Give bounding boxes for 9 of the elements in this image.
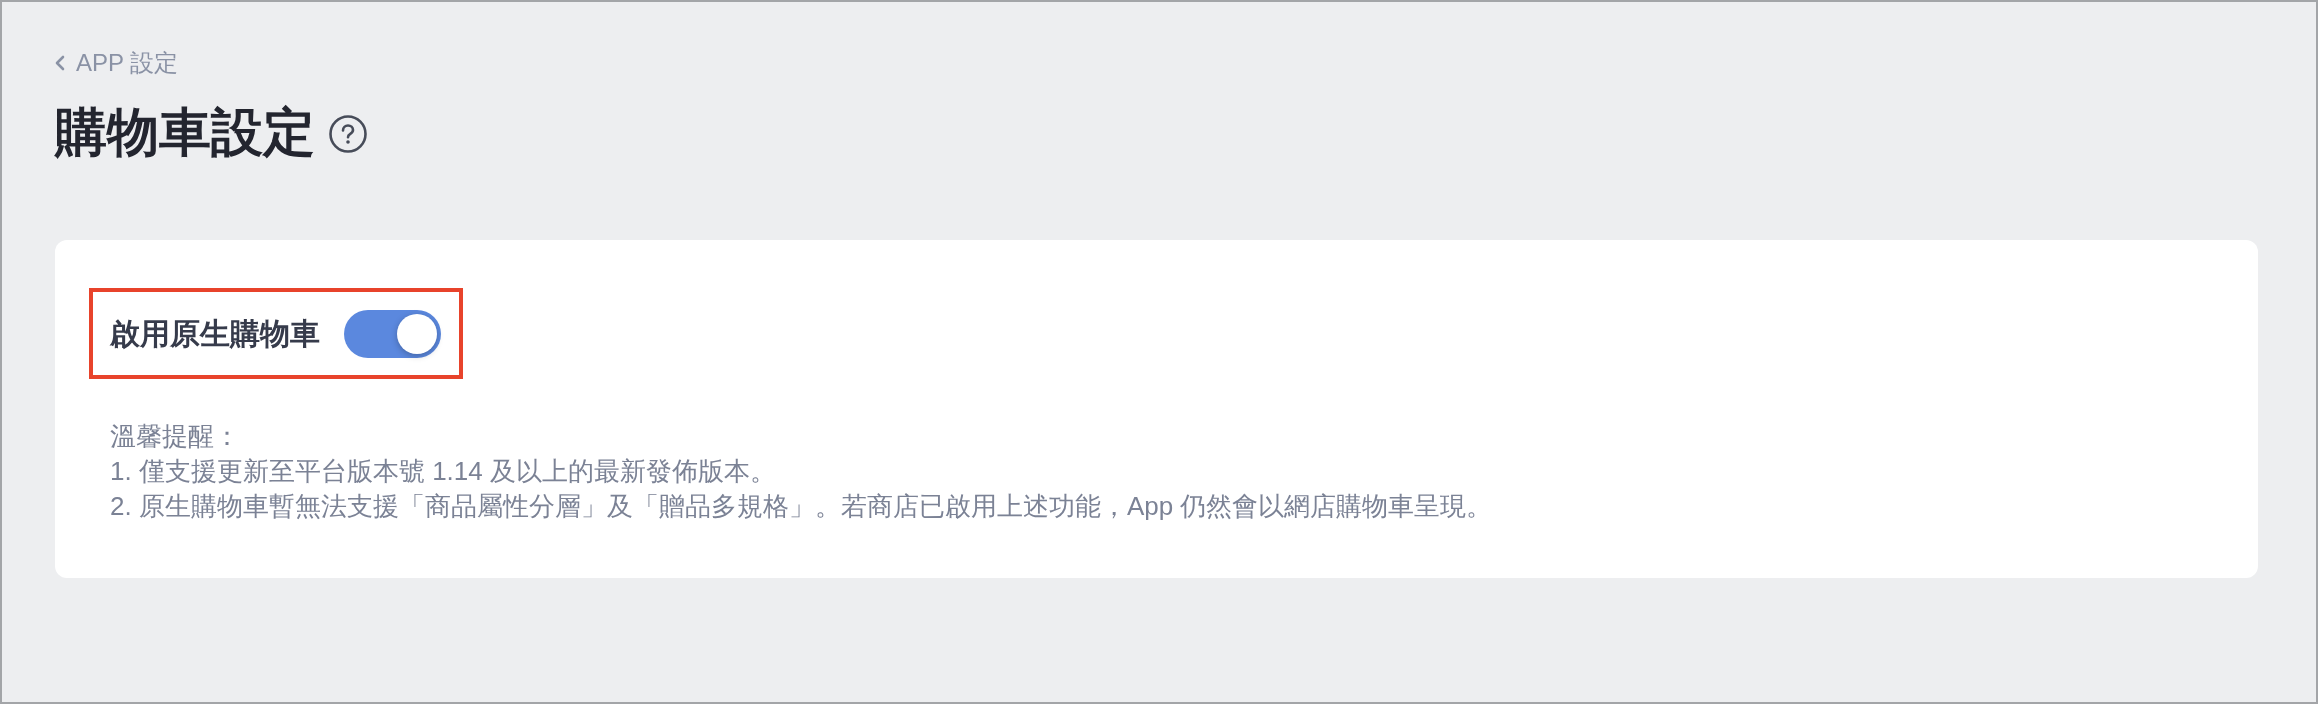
back-link[interactable]: APP 設定 xyxy=(55,48,179,78)
setting-label: 啟用原生購物車 xyxy=(110,315,320,352)
note-item: 2. 原生購物車暫無法支援「商品屬性分層」及「贈品多規格」。若商店已啟用上述功能，App 仍然會以網店購物車呈現。 xyxy=(110,490,1494,523)
chevron-left-icon xyxy=(55,55,65,71)
note-item: 1. 僅支援更新至平台版本號 1.14 及以上的最新發佈版本。 xyxy=(110,455,777,488)
page-title: 購物車設定 xyxy=(55,102,315,163)
help-icon[interactable] xyxy=(329,115,367,153)
notes-heading: 溫馨提醒： xyxy=(110,420,241,453)
toggle-switch[interactable] xyxy=(344,309,441,358)
